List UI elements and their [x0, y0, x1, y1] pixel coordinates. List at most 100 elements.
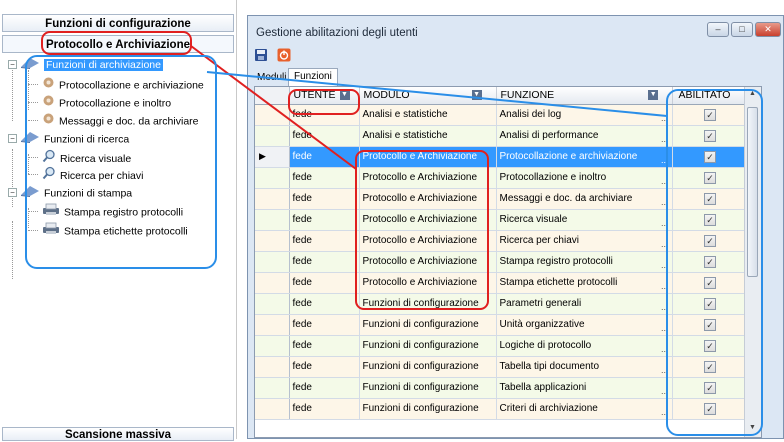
row-indicator[interactable] — [255, 167, 290, 189]
abilitato-checkbox[interactable]: ✓ — [704, 255, 716, 268]
table-row[interactable]: fede Analisi e statistiche Analisi di perf… — [255, 125, 749, 147]
cell-utente[interactable]: fede — [289, 272, 360, 294]
column-utente-header[interactable]: UTENTE ▼ — [289, 87, 360, 105]
cell-funzione[interactable]: Stampa etichette protocolli... — [496, 272, 673, 294]
cell-modulo[interactable]: Protocollo e Archiviazione — [359, 230, 497, 252]
abilitato-checkbox[interactable]: ✓ — [704, 192, 716, 205]
row-indicator[interactable] — [255, 104, 290, 126]
ellipsis-button[interactable]: ... — [661, 344, 669, 354]
cell-funzione[interactable]: Analisi dei log... — [496, 104, 673, 126]
cell-funzione[interactable]: Parametri generali... — [496, 293, 673, 315]
row-indicator[interactable] — [255, 377, 290, 399]
cell-utente[interactable]: fede — [289, 398, 360, 420]
ellipsis-button[interactable]: ... — [661, 155, 669, 165]
ellipsis-button[interactable]: ... — [661, 386, 669, 396]
abilitato-checkbox[interactable]: ✓ — [704, 360, 716, 373]
row-indicator[interactable]: ▶ — [255, 146, 290, 168]
row-indicator[interactable] — [255, 125, 290, 147]
maximize-button[interactable]: □ — [731, 22, 753, 37]
abilitato-checkbox[interactable]: ✓ — [704, 339, 716, 352]
ellipsis-button[interactable]: ... — [661, 260, 669, 270]
cell-funzione[interactable]: Logiche di protocollo... — [496, 335, 673, 357]
scrollbar-thumb[interactable] — [747, 107, 758, 277]
table-row[interactable]: fede Protocollo e Archiviazione Ricerca pe… — [255, 230, 749, 252]
collapse-toggle-icon[interactable]: − — [8, 60, 17, 69]
filter-dropdown-icon[interactable]: ▼ — [339, 90, 350, 101]
tree-item[interactable]: Ricerca visuale — [28, 149, 131, 166]
filter-dropdown-icon[interactable]: ▼ — [648, 90, 659, 101]
ellipsis-button[interactable]: ... — [661, 134, 669, 144]
abilitato-checkbox[interactable]: ✓ — [704, 318, 716, 331]
ellipsis-button[interactable]: ... — [661, 239, 669, 249]
table-row[interactable]: fede Funzioni di configurazione Unità orga… — [255, 314, 749, 336]
table-row[interactable]: fede Funzioni di configurazione Logiche di… — [255, 335, 749, 357]
abilitato-checkbox[interactable]: ✓ — [704, 297, 716, 310]
table-row[interactable]: fede Protocollo e Archiviazione Messaggi e… — [255, 188, 749, 210]
ellipsis-button[interactable]: ... — [661, 302, 669, 312]
cell-funzione[interactable]: Ricerca visuale... — [496, 209, 673, 231]
cell-funzione[interactable]: Unità organizzative... — [496, 314, 673, 336]
abilitato-checkbox[interactable]: ✓ — [704, 213, 716, 226]
cell-modulo[interactable]: Funzioni di configurazione — [359, 314, 497, 336]
cell-utente[interactable]: fede — [289, 251, 360, 273]
row-indicator[interactable] — [255, 398, 290, 420]
column-abilitato-header[interactable]: ABILITATO — [672, 87, 749, 105]
abilitato-checkbox[interactable]: ✓ — [704, 276, 716, 289]
tree-item[interactable]: − Funzioni di archiviazione — [8, 56, 163, 73]
cell-utente[interactable]: fede — [289, 125, 360, 147]
table-row[interactable]: fede Protocollo e Archiviazione Stampa reg… — [255, 251, 749, 273]
collapse-toggle-icon[interactable]: − — [8, 188, 17, 197]
cell-modulo[interactable]: Funzioni di configurazione — [359, 377, 497, 399]
ellipsis-button[interactable]: ... — [661, 113, 669, 123]
cell-utente[interactable]: fede — [289, 335, 360, 357]
cell-utente[interactable]: fede — [289, 293, 360, 315]
table-row[interactable]: fede Funzioni di configurazione Tabella ap… — [255, 377, 749, 399]
close-button[interactable]: ✕ — [755, 22, 781, 37]
cell-modulo[interactable]: Funzioni di configurazione — [359, 398, 497, 420]
row-indicator[interactable] — [255, 335, 290, 357]
save-icon[interactable] — [254, 48, 268, 62]
collapse-toggle-icon[interactable]: − — [8, 134, 17, 143]
cell-utente[interactable]: fede — [289, 188, 360, 210]
tree-item[interactable]: − Funzioni di ricerca — [8, 130, 129, 147]
cell-funzione[interactable]: Protocollazione e archiviazione... — [496, 146, 673, 168]
table-row[interactable]: fede Funzioni di configurazione Parametri … — [255, 293, 749, 315]
cell-modulo[interactable]: Funzioni di configurazione — [359, 356, 497, 378]
cell-utente[interactable]: fede — [289, 314, 360, 336]
table-row[interactable]: fede Analisi e statistiche Analisi dei log… — [255, 104, 749, 126]
cell-utente[interactable]: fede — [289, 209, 360, 231]
row-indicator[interactable] — [255, 293, 290, 315]
tab-moduli[interactable]: Moduli — [254, 70, 289, 85]
column-funzione-header[interactable]: FUNZIONE ▼ — [496, 87, 673, 105]
cell-funzione[interactable]: Messaggi e doc. da archiviare... — [496, 188, 673, 210]
row-indicator[interactable] — [255, 209, 290, 231]
tree-item[interactable]: Protocollazione e inoltro — [28, 94, 171, 111]
row-indicator[interactable] — [255, 188, 290, 210]
row-indicator[interactable] — [255, 251, 290, 273]
tree-item[interactable]: Stampa etichette protocolli — [28, 222, 188, 239]
ellipsis-button[interactable]: ... — [661, 218, 669, 228]
cell-funzione[interactable]: Analisi di performance... — [496, 125, 673, 147]
vertical-scrollbar[interactable]: ▲ ▼ — [744, 87, 761, 437]
ellipsis-button[interactable]: ... — [661, 407, 669, 417]
scroll-up-icon[interactable]: ▲ — [749, 90, 756, 97]
tree-item[interactable]: Ricerca per chiavi — [28, 166, 143, 183]
table-row[interactable]: fede Protocollo e Archiviazione Ricerca vi… — [255, 209, 749, 231]
abilitato-checkbox[interactable]: ✓ — [704, 234, 716, 247]
section-protocollo-button[interactable]: Protocollo e Archiviazione — [2, 35, 234, 53]
cell-funzione[interactable]: Criteri di archiviazione... — [496, 398, 673, 420]
ellipsis-button[interactable]: ... — [661, 365, 669, 375]
tab-funzioni[interactable]: Funzioni — [288, 68, 338, 87]
ellipsis-button[interactable]: ... — [661, 197, 669, 207]
cell-utente[interactable]: fede — [289, 146, 360, 168]
cell-modulo[interactable]: Analisi e statistiche — [359, 125, 497, 147]
ellipsis-button[interactable]: ... — [661, 176, 669, 186]
cell-modulo[interactable]: Protocollo e Archiviazione — [359, 167, 497, 189]
ellipsis-button[interactable]: ... — [661, 281, 669, 291]
table-row[interactable]: ▶ fede Protocollo e Archiviazione Protocoll… — [255, 146, 749, 168]
cell-utente[interactable]: fede — [289, 356, 360, 378]
minimize-button[interactable]: – — [707, 22, 729, 37]
row-indicator[interactable] — [255, 230, 290, 252]
cell-funzione[interactable]: Ricerca per chiavi... — [496, 230, 673, 252]
cell-modulo[interactable]: Funzioni di configurazione — [359, 335, 497, 357]
